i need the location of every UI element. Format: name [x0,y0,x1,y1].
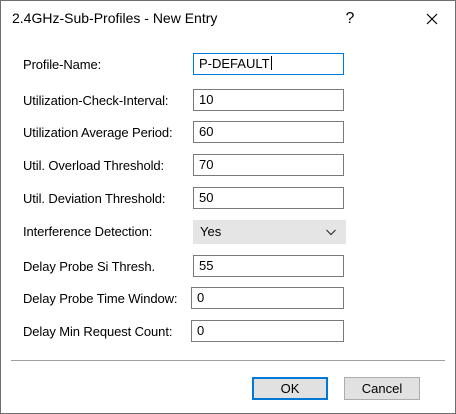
profile-name-value: P-DEFAULT [199,56,270,71]
help-button[interactable]: ? [327,1,373,37]
window-title: 2.4GHz-Sub-Profiles - New Entry [12,10,218,26]
field-row-util-overload-threshold: Util. Overload Threshold: 70 [1,154,455,178]
util-overload-threshold-input[interactable]: 70 [193,154,344,176]
close-button[interactable] [409,1,455,37]
dialog-window: 2.4GHz-Sub-Profiles - New Entry ? Profil… [0,0,456,414]
ok-button[interactable]: OK [252,377,328,400]
field-row-delay-probe-time-window: Delay Probe Time Window: 0 [1,287,455,311]
field-row-delay-probe-si-thresh: Delay Probe Si Thresh. 55 [1,255,455,279]
field-row-utilization-check-interval: Utilization-Check-Interval: 10 [1,89,455,113]
utilization-check-interval-label: Utilization-Check-Interval: [23,93,169,108]
delay-probe-si-thresh-label: Delay Probe Si Thresh. [23,259,155,274]
cancel-button[interactable]: Cancel [344,377,420,400]
delay-probe-time-window-label: Delay Probe Time Window: [23,291,178,306]
util-deviation-threshold-label: Util. Deviation Threshold: [23,191,166,206]
delay-probe-si-thresh-input[interactable]: 55 [193,255,344,277]
field-row-profile-name: Profile-Name: P-DEFAULT [1,53,455,77]
profile-name-input[interactable]: P-DEFAULT [193,53,344,75]
close-icon [426,13,438,25]
delay-min-request-count-label: Delay Min Request Count: [23,324,173,339]
button-separator [11,360,445,361]
profile-name-label: Profile-Name: [23,57,102,72]
field-row-delay-min-request-count: Delay Min Request Count: 0 [1,320,455,344]
utilization-average-period-label: Utilization Average Period: [23,125,173,140]
interference-detection-label: Interference Detection: [23,224,153,239]
utilization-check-interval-input[interactable]: 10 [193,89,344,111]
util-deviation-threshold-input[interactable]: 50 [193,187,344,209]
text-caret [270,56,272,70]
chevron-down-icon [326,229,336,236]
field-row-interference-detection: Interference Detection: Yes [1,220,455,244]
interference-detection-value: Yes [200,224,222,239]
utilization-average-period-input[interactable]: 60 [193,121,344,143]
interference-detection-select[interactable]: Yes [193,220,346,244]
delay-min-request-count-input[interactable]: 0 [191,320,344,342]
field-row-utilization-average-period: Utilization Average Period: 60 [1,121,455,145]
delay-probe-time-window-input[interactable]: 0 [191,287,344,309]
title-bar[interactable]: 2.4GHz-Sub-Profiles - New Entry ? [1,1,455,37]
field-row-util-deviation-threshold: Util. Deviation Threshold: 50 [1,187,455,211]
util-overload-threshold-label: Util. Overload Threshold: [23,158,165,173]
